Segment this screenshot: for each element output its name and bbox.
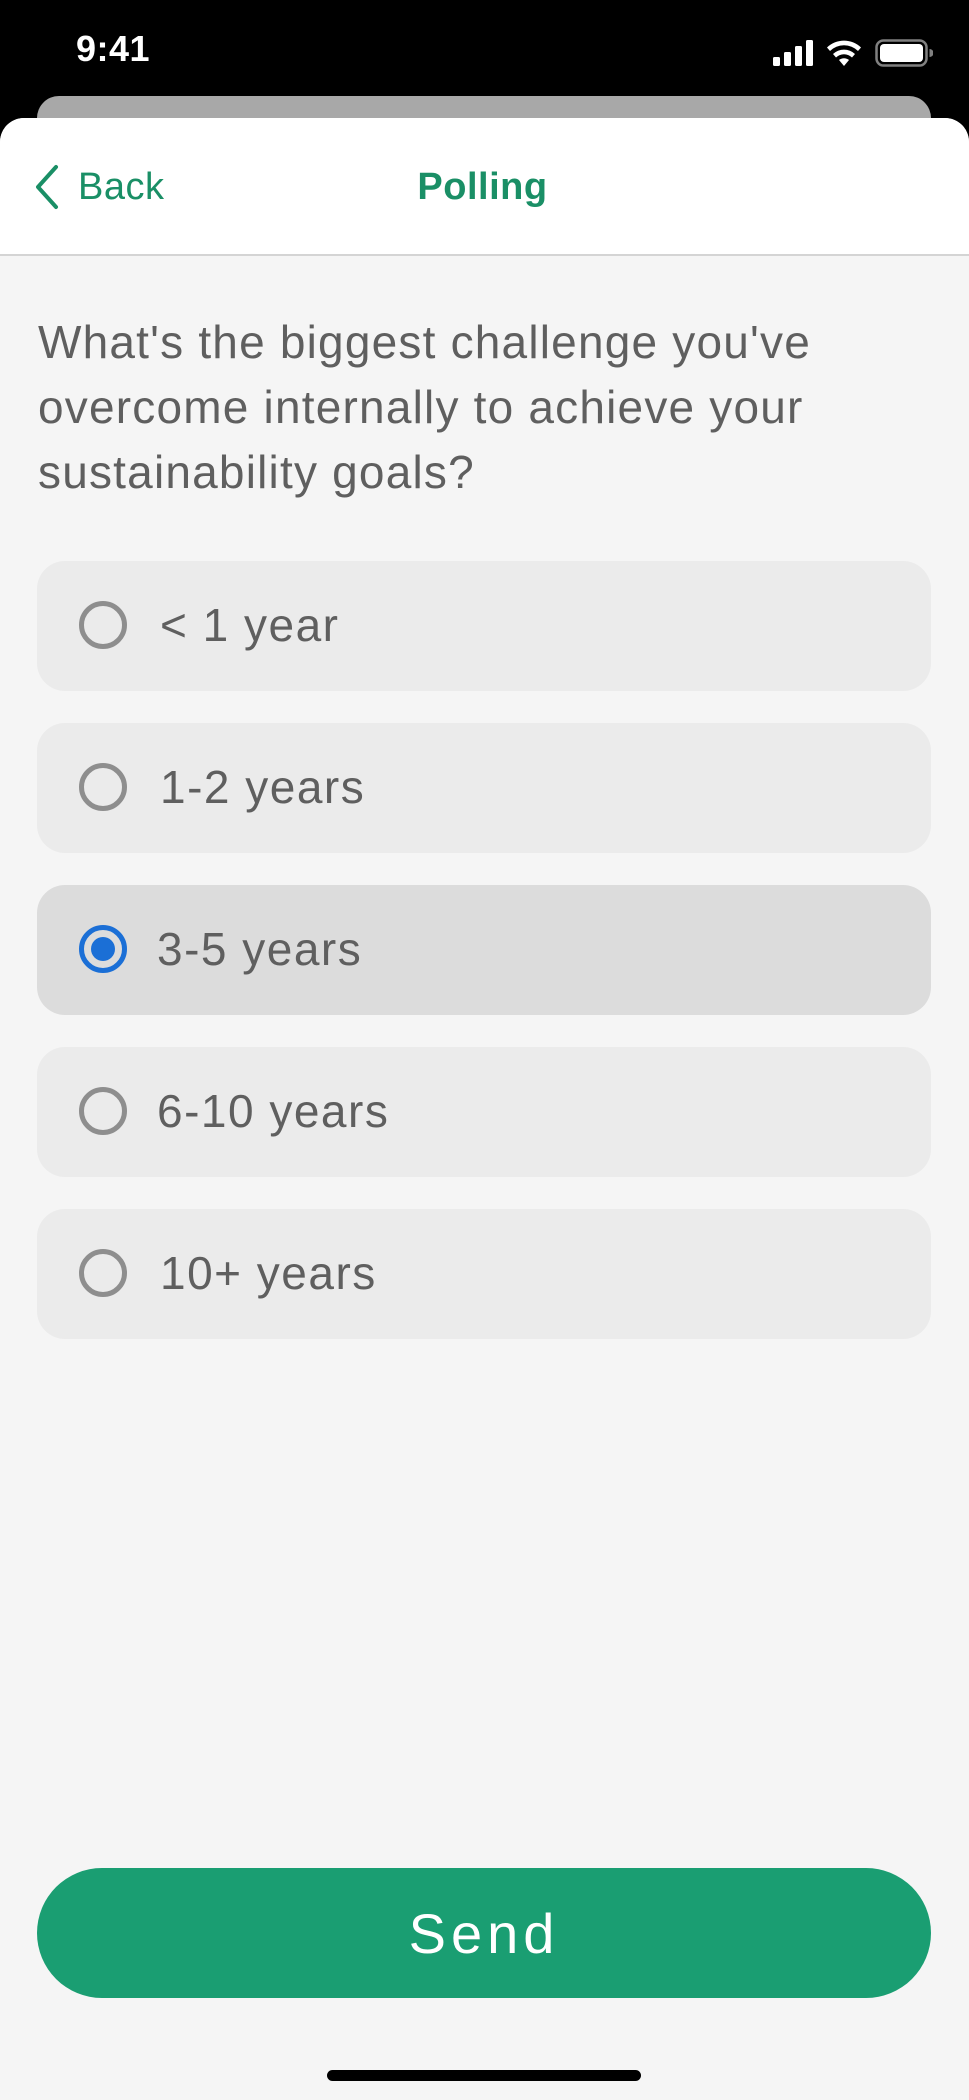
wifi-icon: [825, 39, 863, 67]
page-title: Polling: [0, 166, 969, 209]
send-button[interactable]: Send: [37, 1868, 931, 1998]
option-label: 6-10 years: [157, 1085, 390, 1137]
navigation-bar: Back Polling: [0, 118, 969, 256]
radio-unselected-icon[interactable]: [79, 763, 127, 811]
poll-options: < 1 year 1-2 years 3-5 years 6-10 years …: [37, 561, 931, 1371]
poll-question: What's the biggest challenge you've over…: [38, 316, 812, 498]
option-label: 3-5 years: [157, 923, 363, 975]
poll-option-6-10-years[interactable]: 6-10 years: [37, 1047, 931, 1177]
option-label: < 1 year: [160, 599, 340, 651]
radio-selected-icon[interactable]: [79, 925, 127, 973]
poll-option-10-plus-years[interactable]: 10+ years: [37, 1209, 931, 1339]
radio-unselected-icon[interactable]: [79, 1087, 127, 1135]
status-bar: 9:41: [0, 0, 969, 100]
home-indicator: [327, 2070, 641, 2081]
radio-unselected-icon[interactable]: [79, 601, 127, 649]
poll-option-1-2-years[interactable]: 1-2 years: [37, 723, 931, 853]
poll-option-3-5-years[interactable]: 3-5 years: [37, 885, 931, 1015]
option-label: 1-2 years: [160, 761, 366, 813]
status-icons: [773, 36, 933, 70]
option-label: 10+ years: [160, 1247, 377, 1299]
status-time: 9:41: [76, 28, 151, 69]
radio-unselected-icon[interactable]: [79, 1249, 127, 1297]
page-title-text: Polling: [417, 166, 548, 208]
battery-icon: [875, 39, 933, 67]
poll-option-less-than-1-year[interactable]: < 1 year: [37, 561, 931, 691]
cellular-signal-icon: [773, 40, 813, 66]
polling-sheet: Back Polling What's the biggest challeng…: [0, 118, 969, 2100]
